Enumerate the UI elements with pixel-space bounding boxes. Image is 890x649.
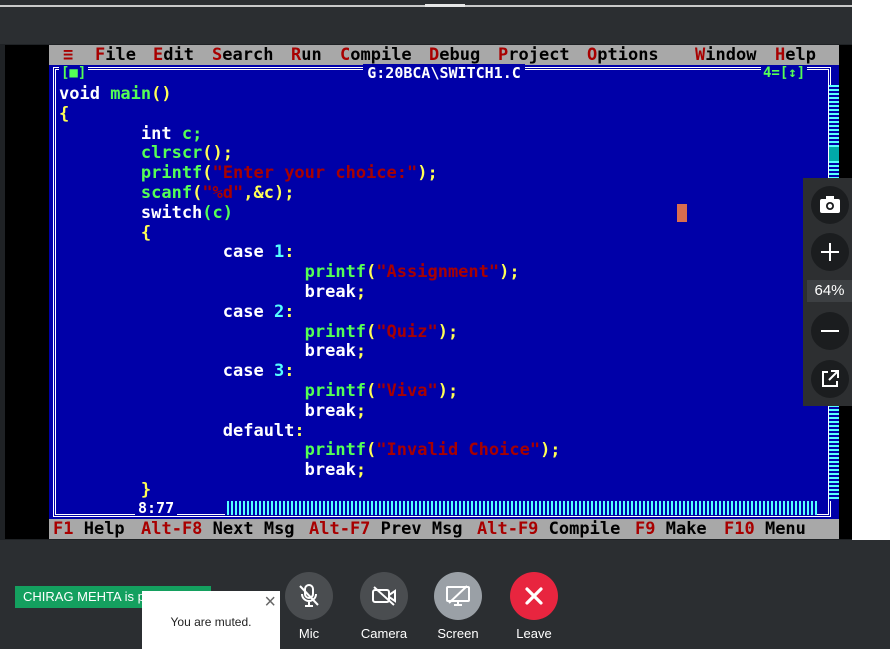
status-item[interactable]: F10 Menu	[724, 519, 806, 539]
shared-screen: ≡ File Edit Search Run Compile Debug Project Opt…	[5, 45, 852, 539]
window-number[interactable]: 4=[↕]	[761, 65, 808, 81]
code-line: break;	[59, 460, 367, 481]
file-path: G:20BCA\SWITCH1.C	[363, 64, 525, 82]
code-line: void main()	[59, 84, 172, 104]
screen-label: Screen	[437, 626, 479, 641]
right-strip	[852, 0, 890, 540]
menu-item-search[interactable]: Search	[212, 45, 273, 65]
status-item[interactable]: Alt-F9 Compile	[477, 519, 620, 539]
menu-item-compile[interactable]: Compile	[340, 45, 412, 65]
code-line: case 3:	[59, 361, 295, 382]
menu-item-file[interactable]: File	[95, 45, 136, 65]
ide-status-bar: F1 Help Alt-F8 Next Msg Alt-F7 Prev Msg Alt…	[49, 519, 839, 539]
code-editor[interactable]: void main(){ int c; clrscr(); printf("En…	[59, 84, 561, 501]
code-line: printf("Quiz");	[59, 321, 459, 342]
turbo-c-ide: ≡ File Edit Search Run Compile Debug Project Opt…	[49, 45, 839, 539]
screen-share-icon	[434, 572, 482, 620]
cursor-position: 8:77	[135, 500, 178, 516]
mic-label: Mic	[298, 626, 320, 641]
menu-item-window[interactable]: Window	[695, 45, 756, 65]
code-line: default:	[59, 420, 305, 441]
code-line: clrscr();	[59, 143, 234, 164]
menu-item-project[interactable]: Project	[498, 45, 570, 65]
code-line: break;	[59, 400, 367, 421]
status-item[interactable]: F9 Make	[635, 519, 707, 539]
zoom-out-icon[interactable]	[811, 312, 849, 350]
mic-off-icon	[285, 572, 333, 620]
zoom-in-icon[interactable]	[811, 233, 849, 271]
status-item[interactable]: Alt-F7 Prev Msg	[309, 519, 463, 539]
zoom-level: 64%	[807, 280, 852, 302]
code-line: int c;	[59, 123, 203, 144]
leave-label: Leave	[516, 626, 552, 641]
code-line: printf("Assignment");	[59, 262, 520, 283]
camera-off-icon	[360, 572, 408, 620]
code-line: printf("Invalid Choice");	[59, 440, 561, 461]
leave-button[interactable]: Leave	[504, 572, 564, 641]
code-line: scanf("%d",&c);	[59, 182, 295, 203]
code-line: case 2:	[59, 301, 295, 322]
code-line: }	[59, 479, 152, 500]
meeting-toolbar: CHIRAG MEHTA is presenting You are muted…	[0, 540, 890, 649]
popout-icon[interactable]	[811, 360, 849, 398]
code-line: printf("Enter your choice:");	[59, 163, 438, 184]
top-bar	[0, 0, 852, 44]
menu-item-debug[interactable]: Debug	[429, 45, 480, 65]
close-icon[interactable]: ×	[264, 592, 276, 612]
text-cursor	[677, 204, 687, 222]
menu-item-help[interactable]: Help	[775, 45, 816, 65]
screen-button[interactable]: Screen	[428, 572, 488, 641]
code-line: switch(c)	[59, 202, 234, 223]
status-item[interactable]: Alt-F8 Next Msg	[141, 519, 295, 539]
menu-item-edit[interactable]: Edit	[153, 45, 194, 65]
close-icon	[510, 572, 558, 620]
vertical-scroll-thumb[interactable]	[829, 147, 839, 161]
muted-toast: You are muted. ×	[142, 591, 280, 649]
editor-window-title: G:20BCA\SWITCH1.C	[49, 64, 839, 82]
drag-handle[interactable]	[425, 4, 465, 7]
toast-message: You are muted.	[170, 615, 252, 629]
menu-item-run[interactable]: Run	[291, 45, 322, 65]
camera-label: Camera	[360, 626, 408, 641]
horizontal-scrollbar[interactable]	[225, 501, 817, 515]
zoom-panel: 64%	[803, 178, 852, 406]
code-line: case 1:	[59, 242, 295, 263]
menu-item-system[interactable]: ≡	[63, 45, 73, 65]
camera-snapshot-icon[interactable]	[811, 186, 849, 224]
window-number-label: 4=[↕]	[763, 65, 806, 81]
mic-button[interactable]: Mic	[279, 572, 339, 641]
code-line: printf("Viva");	[59, 380, 459, 401]
status-item[interactable]: F1 Help	[53, 519, 125, 539]
code-line: {	[59, 222, 152, 243]
menu-item-options[interactable]: Options	[587, 45, 659, 65]
camera-button[interactable]: Camera	[354, 572, 414, 641]
code-line: break;	[59, 341, 367, 362]
ide-menu-bar: ≡ File Edit Search Run Compile Debug Project Opt…	[49, 45, 839, 65]
code-line: {	[59, 103, 70, 124]
code-line: break;	[59, 281, 367, 302]
